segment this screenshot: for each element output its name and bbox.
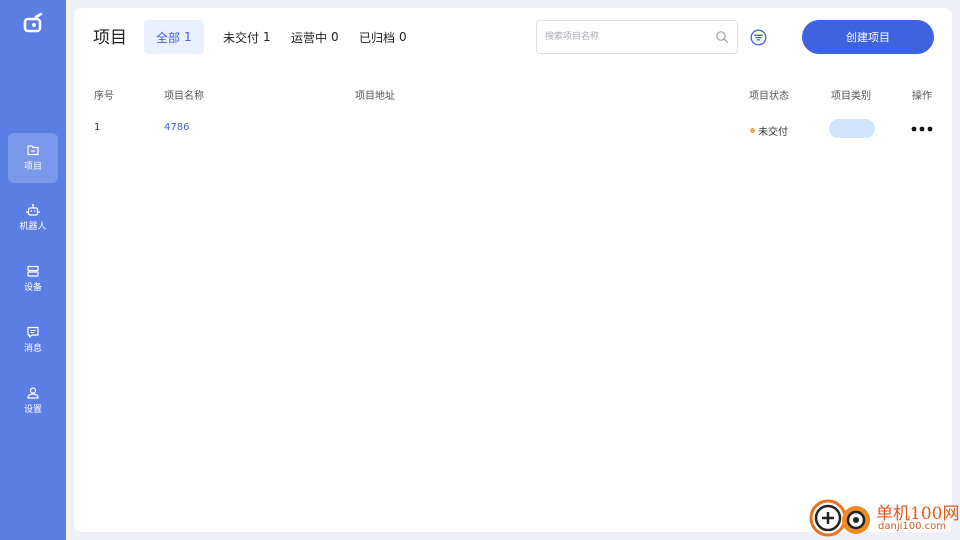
status-dot-icon bbox=[750, 128, 755, 133]
sidebar-item-label: 机器人 bbox=[19, 222, 47, 232]
sidebar-item-label: 设置 bbox=[23, 405, 42, 415]
search-input[interactable] bbox=[545, 21, 705, 53]
column-header-status: 项目状态 bbox=[749, 91, 789, 102]
sidebar-item-settings[interactable]: 设置 bbox=[8, 376, 58, 426]
app-logo-icon[interactable] bbox=[22, 12, 44, 34]
more-actions-icon[interactable] bbox=[910, 122, 934, 136]
category-badge bbox=[829, 119, 875, 138]
tab-all[interactable]: 全部 1 bbox=[144, 20, 204, 54]
tab-operating[interactable]: 运营中 0 bbox=[279, 20, 351, 54]
status-label: 未交付 bbox=[758, 127, 788, 138]
sidebar-item-messages[interactable]: 消息 bbox=[8, 315, 58, 365]
main-panel: 项目 全部1 未交付1 运营中0 已归档0 创建项目 序号 项目名称 项目地址 … bbox=[74, 8, 952, 532]
filter-icon[interactable] bbox=[750, 29, 767, 46]
column-header-address: 项目地址 bbox=[355, 91, 395, 102]
sidebar-item-projects[interactable]: 项目 bbox=[8, 133, 58, 183]
row-index: 1 bbox=[94, 122, 101, 133]
sidebar-item-label: 消息 bbox=[23, 344, 42, 354]
tab-label: 未交付 bbox=[223, 30, 260, 45]
tab-count: 1 bbox=[263, 30, 271, 44]
sidebar-item-robot[interactable]: 机器人 bbox=[8, 193, 58, 243]
watermark: 单机100网 danji100.com bbox=[808, 496, 960, 540]
create-project-button[interactable]: 创建项目 bbox=[802, 20, 934, 54]
project-folder-icon bbox=[27, 145, 39, 156]
tab-count: 1 bbox=[184, 30, 192, 44]
sidebar-item-label: 项目 bbox=[23, 162, 42, 172]
project-status: 未交付 bbox=[750, 123, 788, 138]
column-header-category: 项目类别 bbox=[831, 91, 871, 102]
project-name-link[interactable]: 4786 bbox=[164, 122, 189, 133]
search-box bbox=[536, 20, 738, 54]
tab-undelivered[interactable]: 未交付 1 bbox=[211, 20, 283, 54]
device-server-icon bbox=[27, 265, 39, 277]
tab-count: 0 bbox=[399, 30, 407, 44]
tab-label: 已归档 bbox=[359, 30, 396, 45]
tab-label: 运营中 bbox=[291, 30, 328, 45]
column-header-name: 项目名称 bbox=[164, 91, 204, 102]
tab-count: 0 bbox=[331, 30, 339, 44]
column-header-actions: 操作 bbox=[912, 91, 932, 102]
watermark-url: danji100.com bbox=[878, 521, 946, 532]
message-icon bbox=[27, 326, 39, 338]
column-header-index: 序号 bbox=[94, 91, 114, 102]
tab-archived[interactable]: 已归档 0 bbox=[347, 20, 419, 54]
watermark-logo-icon bbox=[809, 499, 870, 537]
search-icon[interactable] bbox=[715, 30, 729, 44]
robot-icon bbox=[26, 204, 40, 216]
sidebar-item-label: 设备 bbox=[23, 283, 42, 293]
sidebar: 项目 机器人 设备 消息 设置 bbox=[0, 0, 66, 540]
user-settings-icon bbox=[27, 387, 39, 399]
sidebar-item-devices[interactable]: 设备 bbox=[8, 254, 58, 304]
page-title: 项目 bbox=[93, 28, 127, 48]
tab-label: 全部 bbox=[156, 30, 181, 45]
